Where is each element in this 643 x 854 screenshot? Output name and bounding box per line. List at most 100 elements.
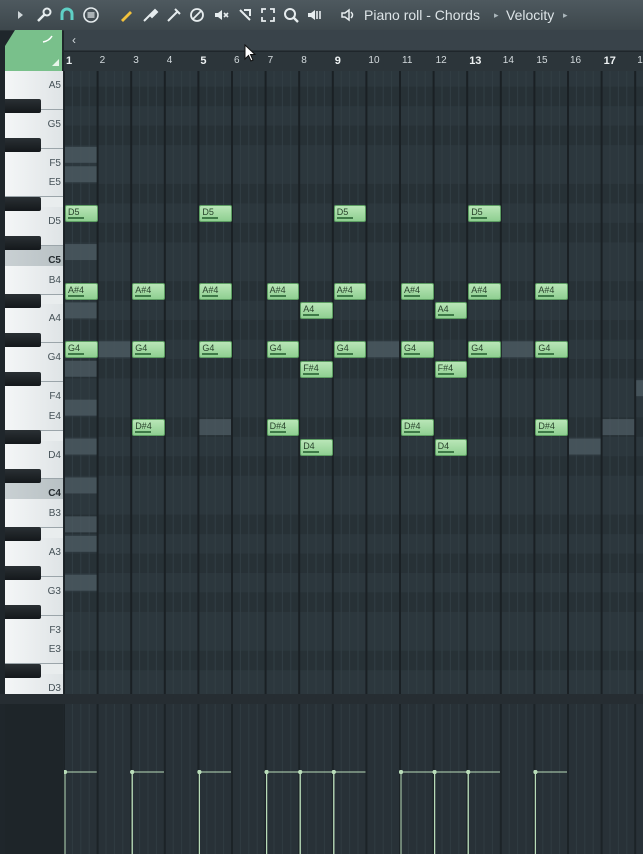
black-key[interactable]	[5, 469, 41, 483]
lane-divider[interactable]	[0, 694, 643, 704]
note-a4[interactable]: A4	[300, 302, 333, 320]
note-d4[interactable]: D4	[434, 438, 468, 456]
playback-icon[interactable]	[304, 5, 324, 25]
note-label: A#4	[538, 284, 555, 295]
note-g4[interactable]: G4	[468, 341, 501, 359]
piano-keyboard[interactable]: A5 G5 F5 E5 D5 C5 B4 A4 G4 F4 E4 D4 C4 B3 A3 G3 F3 E3 D3	[5, 71, 63, 694]
black-key[interactable]	[5, 138, 41, 153]
bar-number: 14	[502, 55, 514, 66]
note-velocity-indicator	[538, 294, 555, 297]
note-velocity-indicator	[404, 353, 420, 356]
note-dsharp4[interactable]: D#4	[401, 419, 434, 437]
note-label: G4	[135, 343, 148, 354]
velocity-handle	[197, 770, 202, 774]
speaker-icon[interactable]	[338, 5, 358, 25]
note-label: G4	[269, 343, 282, 354]
note-a4[interactable]: A4	[434, 302, 468, 320]
note-label: G4	[404, 343, 417, 354]
black-key[interactable]	[5, 527, 41, 542]
note-label: G4	[202, 343, 215, 354]
note-dsharp4[interactable]: D#4	[132, 419, 165, 437]
note-velocity-indicator	[336, 217, 353, 220]
note-asharp4[interactable]: A#4	[132, 282, 165, 300]
black-key[interactable]	[5, 566, 41, 581]
black-key[interactable]	[5, 663, 41, 678]
black-key[interactable]	[5, 605, 41, 620]
key-label: F5	[49, 157, 61, 169]
note-velocity-indicator	[303, 314, 320, 317]
key-label: G3	[47, 585, 61, 597]
note-velocity-indicator	[538, 353, 555, 356]
note-grid[interactable]: D5 D5 D5 D5 A#4 A#4 A#4 A#4 A#4 A#4 A#4 A#4 A4 A4 G4 G4…	[64, 71, 643, 694]
breadcrumb-separator: ▸	[494, 10, 499, 20]
black-key[interactable]	[5, 371, 41, 386]
delete-icon[interactable]	[187, 5, 207, 25]
note-fsharp4[interactable]: F#4	[300, 360, 333, 378]
note-label: F#4	[437, 362, 454, 373]
note-label: F#4	[303, 362, 319, 373]
magnet-icon[interactable]	[57, 5, 77, 25]
play-arrow-icon[interactable]	[10, 5, 30, 25]
note-asharp4[interactable]: A#4	[401, 282, 434, 300]
breadcrumb-separator: ▸	[563, 10, 568, 20]
note-g4[interactable]: G4	[199, 341, 232, 359]
note-dsharp4[interactable]: D#4	[266, 419, 300, 437]
note-dsharp4[interactable]: D#4	[535, 419, 568, 437]
key-label: F4	[49, 391, 61, 403]
note-d5[interactable]: D5	[468, 205, 501, 223]
black-key[interactable]	[5, 293, 41, 308]
note-g4[interactable]: G4	[333, 341, 367, 359]
velocity-handle	[264, 770, 269, 774]
note-g4[interactable]: G4	[132, 341, 165, 359]
note-fsharp4[interactable]: F#4	[434, 360, 468, 378]
black-key[interactable]	[5, 99, 41, 114]
note-g4[interactable]: G4	[535, 341, 568, 359]
note-label: G4	[538, 343, 551, 354]
note-velocity-indicator	[336, 294, 353, 297]
black-key[interactable]	[5, 235, 41, 250]
mute-icon[interactable]	[211, 5, 231, 25]
velocity-lane[interactable]	[64, 704, 643, 854]
pencil-icon[interactable]	[116, 5, 136, 25]
note-asharp4[interactable]: A#4	[535, 282, 568, 300]
slice-icon[interactable]	[164, 5, 184, 25]
note-d5[interactable]: D5	[199, 205, 232, 223]
breadcrumb-velocity[interactable]: Velocity	[506, 5, 554, 25]
note-label: A#4	[336, 284, 353, 295]
note-g4[interactable]: G4	[65, 341, 98, 359]
zoom-icon[interactable]	[281, 5, 301, 25]
note-asharp4[interactable]: A#4	[333, 282, 367, 300]
select-icon[interactable]	[258, 5, 278, 25]
note-g4[interactable]: G4	[266, 341, 300, 359]
key-label: D4	[48, 449, 61, 461]
paint-icon[interactable]	[140, 5, 160, 25]
wrench-icon[interactable]	[34, 5, 54, 25]
curve-tool-corner[interactable]	[5, 30, 62, 71]
note-asharp4[interactable]: A#4	[199, 282, 232, 300]
key-label: B4	[48, 274, 61, 286]
menu-circle-icon[interactable]	[81, 5, 101, 25]
key-label: E3	[48, 644, 61, 656]
slip-icon[interactable]	[235, 5, 255, 25]
note-d5[interactable]: D5	[65, 205, 98, 223]
scroll-left-arrow-icon[interactable]: ‹	[64, 30, 84, 50]
key-label: A4	[48, 313, 61, 325]
black-key[interactable]	[5, 196, 41, 211]
note-label: D5	[471, 207, 483, 218]
note-asharp4[interactable]: A#4	[65, 282, 98, 300]
note-velocity-indicator	[336, 353, 353, 356]
key-label: C5	[48, 255, 61, 267]
horizontal-scrollbar[interactable]	[64, 30, 643, 51]
note-g4[interactable]: G4	[401, 341, 434, 359]
breadcrumb-piano-roll[interactable]: Piano roll - Chords	[364, 5, 480, 25]
note-asharp4[interactable]: A#4	[468, 282, 501, 300]
note-d4[interactable]: D4	[300, 438, 333, 456]
note-velocity-indicator	[471, 353, 488, 356]
black-key[interactable]	[5, 430, 41, 445]
black-key[interactable]	[5, 332, 41, 347]
note-label: G4	[68, 343, 81, 354]
bar-ruler[interactable]: 123456789101112131415161718	[64, 52, 643, 71]
note-asharp4[interactable]: A#4	[266, 282, 300, 300]
note-velocity-indicator	[135, 431, 152, 434]
note-d5[interactable]: D5	[333, 205, 367, 223]
